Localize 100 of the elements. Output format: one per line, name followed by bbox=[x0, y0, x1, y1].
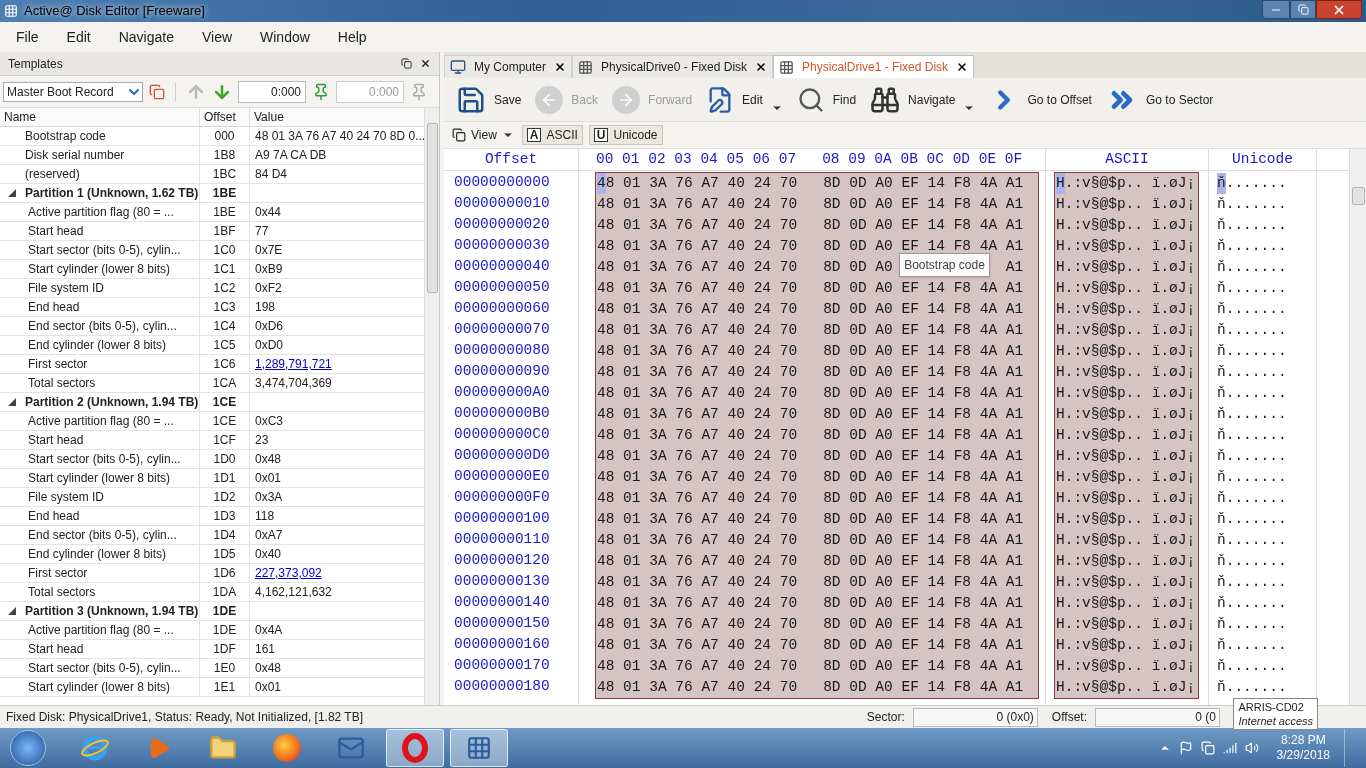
ascii-text: H.:v§@$p.. ï.øJ¡ bbox=[1056, 383, 1196, 403]
expander-icon[interactable] bbox=[8, 398, 16, 406]
forward-icon bbox=[612, 85, 641, 114]
group-name: Partition 1 (Unknown, 1.62 TB) bbox=[25, 185, 199, 202]
toolbar-button[interactable]: Save bbox=[450, 81, 528, 118]
search-icon bbox=[796, 85, 825, 114]
network-status: Internet access bbox=[1238, 714, 1313, 728]
opera-icon bbox=[402, 733, 428, 763]
tab[interactable]: My Computer bbox=[444, 55, 573, 78]
hex-bytes: 48 01 3A 76 A7 40 24 70 bbox=[597, 299, 798, 319]
ascii-text: H.:v§@$p.. ï.øJ¡ bbox=[1056, 551, 1196, 571]
hex-bytes: 48 01 3A 76 A7 40 24 70 bbox=[597, 467, 798, 487]
value-cell-text: 0xF2 bbox=[255, 280, 282, 297]
unicode-text: ň....... bbox=[1217, 341, 1287, 361]
offset-label: Offset: bbox=[1051, 709, 1087, 726]
taskbar-app[interactable] bbox=[386, 729, 444, 767]
view-button[interactable]: View bbox=[450, 125, 516, 145]
close-icon[interactable] bbox=[554, 61, 567, 73]
ascii-text: H.:v§@$p.. ï.øJ¡ bbox=[1056, 194, 1196, 214]
field-name: File system ID bbox=[28, 489, 104, 506]
menu-item[interactable]: File bbox=[6, 26, 49, 48]
close-button[interactable] bbox=[1316, 0, 1362, 19]
menu-item[interactable]: Window bbox=[250, 26, 320, 48]
sector-link[interactable]: 227,373,092 bbox=[255, 564, 322, 582]
field-name: Disk serial number bbox=[25, 147, 125, 164]
field-name: Start sector (bits 0-5), cylin... bbox=[28, 660, 181, 677]
menu-item[interactable]: Edit bbox=[56, 26, 101, 48]
column-header[interactable]: Value bbox=[250, 108, 424, 126]
menu-item[interactable]: Help bbox=[327, 26, 377, 48]
offset-cell-text: 00000000040 bbox=[453, 257, 551, 276]
clock[interactable]: 8:28 PM 3/29/2018 bbox=[1276, 733, 1330, 763]
scrollbar[interactable] bbox=[424, 108, 439, 705]
unicode-text: ň....... bbox=[1217, 425, 1287, 445]
unicode-text: ň....... bbox=[1217, 236, 1287, 256]
close-icon[interactable] bbox=[956, 61, 969, 73]
close-icon[interactable] bbox=[420, 58, 431, 69]
offset-cell-text: 00000000130 bbox=[453, 572, 551, 591]
toolbar-button[interactable]: Edit bbox=[700, 81, 789, 118]
unicode-text: ň....... bbox=[1217, 278, 1287, 298]
view-toggle[interactable]: U Unicode bbox=[588, 125, 663, 145]
minimize-button[interactable] bbox=[1262, 0, 1290, 19]
tooltip: Bootstrap code bbox=[899, 252, 990, 277]
field-name: End head bbox=[28, 508, 80, 525]
signal-icon[interactable] bbox=[1222, 741, 1237, 755]
field-name: First sector bbox=[28, 356, 88, 373]
sector-link[interactable]: 1,289,791,721 bbox=[255, 355, 332, 373]
computer-icon bbox=[450, 59, 466, 75]
expander-icon[interactable] bbox=[8, 607, 16, 615]
toolbar-button[interactable]: Go to Sector bbox=[1099, 81, 1220, 118]
ascii-text: H.:v§@$p.. ï.øJ¡ bbox=[1056, 341, 1196, 361]
offset-cell-text: 1C2 bbox=[213, 280, 236, 297]
field-name: End head bbox=[28, 299, 80, 316]
ascii-text: H.:v§@$p.. ï.øJ¡ bbox=[1056, 425, 1196, 445]
ascii-text: H.:v§@$p.. ï.øJ¡ bbox=[1056, 572, 1196, 592]
menu-item[interactable]: Navigate bbox=[108, 26, 184, 48]
hex-bytes: 48 01 3A 76 A7 40 24 70 bbox=[597, 488, 798, 508]
hex-bytes: 8D 0D A0 EF 14 F8 4A A1 bbox=[823, 425, 1024, 445]
hex-bytes: 8D 0D A0 EF 14 F8 4A A1 bbox=[823, 362, 1024, 382]
field-name: Active partition flag (80 = ... bbox=[28, 413, 174, 430]
scrollbar[interactable] bbox=[1349, 149, 1366, 705]
float-icon[interactable] bbox=[401, 58, 412, 69]
close-icon[interactable] bbox=[755, 61, 768, 73]
tab[interactable]: PhysicalDrive0 - Fixed Disk bbox=[572, 55, 774, 78]
template-select[interactable]: Master Boot Record bbox=[3, 81, 143, 102]
tab[interactable]: PhysicalDrive1 - Fixed Disk bbox=[773, 55, 975, 78]
toolbar-button[interactable]: Go to Offset bbox=[983, 81, 1098, 118]
toolbar-button[interactable]: Navigate bbox=[864, 81, 982, 118]
field-name: Start cylinder (lower 8 bits) bbox=[28, 679, 171, 696]
start-button[interactable] bbox=[10, 730, 46, 766]
offset-cell-text: 000000000F0 bbox=[453, 488, 551, 507]
hex-bytes: 8D 0D A0 EF 14 F8 4A A1 bbox=[823, 635, 1024, 655]
start-offset-field[interactable]: 0:000 bbox=[238, 80, 306, 103]
column-header: 08 09 0A 0B 0C 0D 0E 0F bbox=[822, 149, 1023, 169]
hex-bytes: 48 01 3A 76 A7 40 24 70 bbox=[597, 677, 798, 697]
value-cell-text: 0xB9 bbox=[255, 261, 283, 278]
offset-cell-text: 1C5 bbox=[213, 337, 236, 354]
offset-cell-text: 1D5 bbox=[213, 546, 236, 563]
offset-cell-text: 00000000090 bbox=[453, 362, 551, 381]
field-name: Start cylinder (lower 8 bits) bbox=[28, 470, 171, 487]
column-header[interactable]: Name bbox=[0, 108, 200, 126]
ascii-text: H.:v§@$p.. ï.øJ¡ bbox=[1056, 257, 1196, 277]
offset-cell-text: 00000000140 bbox=[453, 593, 551, 612]
offset-cell-text: 1D1 bbox=[213, 470, 236, 487]
toolbar-button[interactable]: Find bbox=[790, 81, 863, 118]
value-cell-text: 0x7E bbox=[255, 242, 283, 259]
hex-bytes: 8D 0D A0 EF 14 F8 4A A1 bbox=[823, 173, 1024, 193]
column-header[interactable]: Offset bbox=[200, 108, 250, 126]
flag-icon[interactable] bbox=[1178, 741, 1193, 755]
menu-item[interactable]: View bbox=[191, 26, 243, 48]
offset-cell-text: 1DE bbox=[212, 603, 237, 620]
restore-button[interactable] bbox=[1290, 0, 1316, 19]
view-toggle[interactable]: A ASCII bbox=[521, 125, 583, 145]
hex-bytes: 48 01 3A 76 A7 40 24 70 bbox=[597, 383, 798, 403]
volume-icon[interactable] bbox=[1244, 741, 1259, 755]
expander-icon[interactable] bbox=[8, 189, 16, 197]
taskbar-app[interactable] bbox=[450, 729, 508, 767]
ascii-text: H.:v§@$p.. ï.øJ¡ bbox=[1056, 236, 1196, 256]
field-name: Total sectors bbox=[28, 584, 96, 601]
pin-icon[interactable] bbox=[312, 82, 330, 101]
offset-cell-text: 1BF bbox=[213, 223, 236, 240]
